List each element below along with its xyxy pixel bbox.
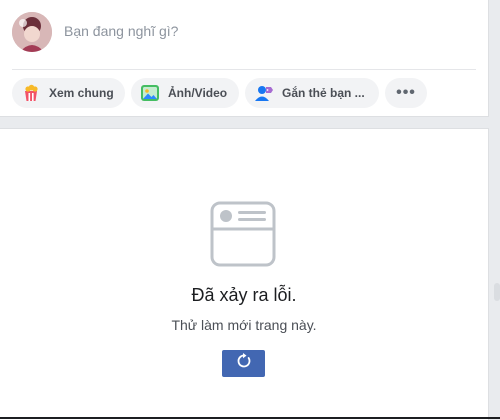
watch-party-button[interactable]: Xem chung bbox=[12, 78, 125, 108]
watch-party-label: Xem chung bbox=[49, 86, 114, 100]
broken-feed-icon bbox=[209, 200, 277, 273]
divider bbox=[12, 69, 476, 70]
tag-friends-button[interactable]: Gắn thẻ bạn ... bbox=[245, 78, 379, 108]
more-options-button[interactable]: ••• bbox=[385, 78, 427, 108]
photo-video-icon bbox=[140, 83, 160, 103]
error-title: Đã xảy ra lỗi. bbox=[191, 285, 297, 305]
tag-friends-icon bbox=[254, 83, 274, 103]
error-subtitle: Thử làm mới trang này. bbox=[171, 317, 317, 333]
avatar[interactable] bbox=[12, 12, 52, 52]
more-options-icon: ••• bbox=[396, 84, 416, 101]
refresh-button[interactable] bbox=[222, 350, 265, 377]
post-composer: Bạn đang nghĩ gì? Xem chung Ảnh/Video Gắ… bbox=[0, 0, 489, 117]
watch-party-icon bbox=[21, 83, 41, 103]
refresh-icon bbox=[236, 353, 252, 374]
scrollbar[interactable] bbox=[494, 283, 500, 301]
tag-friends-label: Gắn thẻ bạn ... bbox=[282, 86, 365, 100]
status-prompt[interactable]: Bạn đang nghĩ gì? bbox=[64, 23, 178, 39]
photo-video-label: Ảnh/Video bbox=[168, 86, 228, 100]
photo-video-button[interactable]: Ảnh/Video bbox=[131, 78, 239, 108]
error-card: Đã xảy ra lỗi. Thử làm mới trang này. bbox=[0, 128, 489, 420]
